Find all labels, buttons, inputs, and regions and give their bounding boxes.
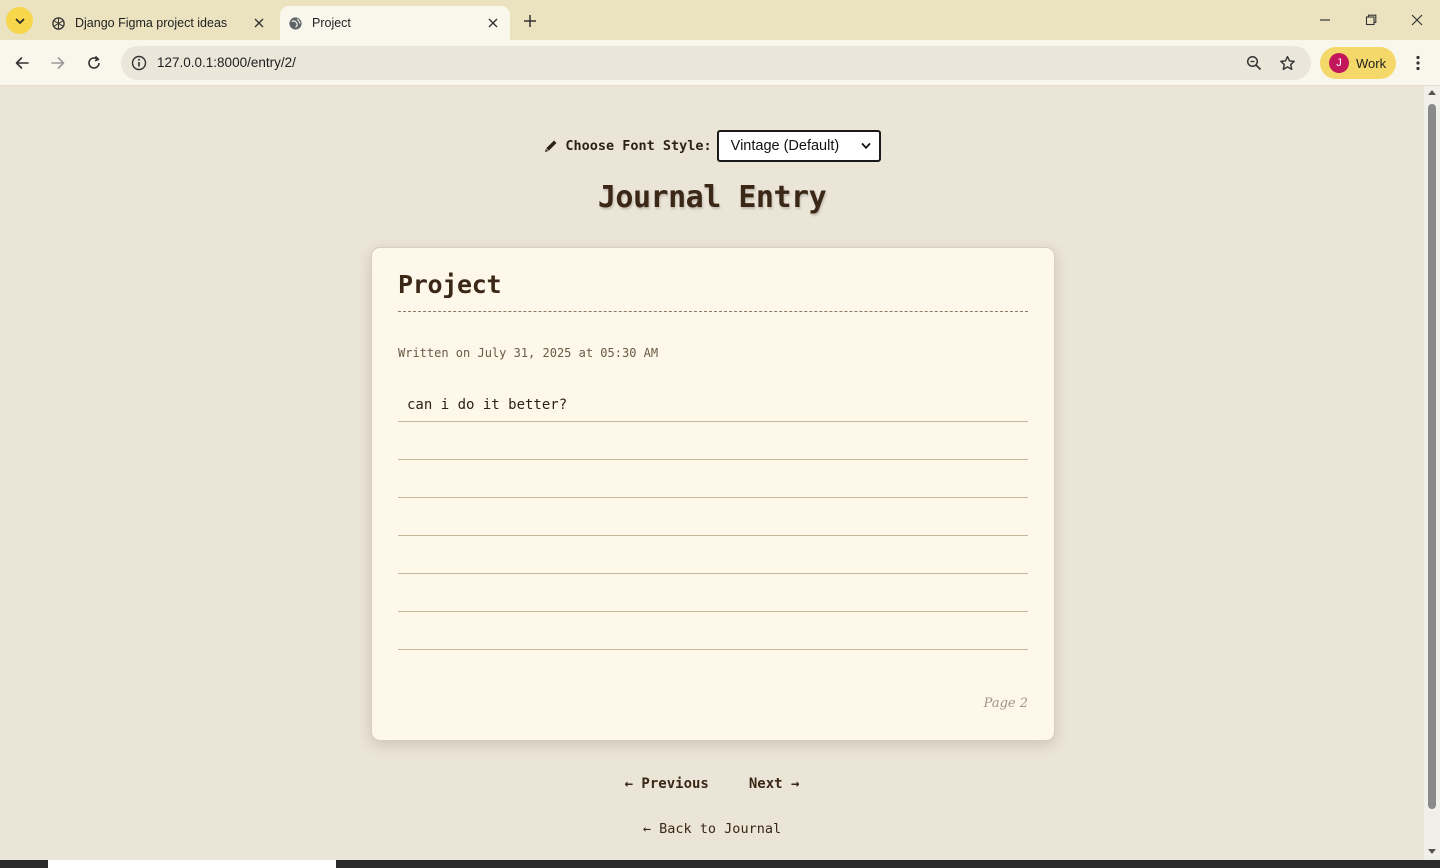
page-viewport: Choose Font Style: Vintage (Default) Jou… — [0, 86, 1424, 860]
entry-title: Project — [398, 270, 502, 299]
new-tab-button[interactable] — [517, 8, 543, 34]
arrow-left-icon — [15, 57, 29, 69]
page-number: Page 2 — [983, 696, 1028, 711]
minimize-icon — [1320, 19, 1330, 21]
pencil-icon — [543, 138, 559, 154]
plus-icon — [524, 15, 536, 27]
scroll-up-icon[interactable] — [1428, 90, 1436, 95]
scroll-thumb[interactable] — [1428, 104, 1436, 809]
back-to-journal-label[interactable]: ← Back to Journal — [643, 821, 781, 837]
browser-toolbar: 127.0.0.1:8000/entry/2/ J Work — [0, 40, 1440, 86]
chevron-down-icon — [861, 143, 871, 150]
font-chooser: Choose Font Style: Vintage (Default) — [0, 130, 1424, 162]
info-icon[interactable] — [127, 51, 151, 75]
openai-icon — [50, 15, 66, 31]
browser-tab-strip: Django Figma project ideas Project — [0, 0, 1440, 40]
close-icon[interactable] — [248, 12, 270, 34]
entry-line — [398, 574, 1028, 612]
chevron-down-icon — [15, 18, 24, 24]
page-title: Journal Entry — [597, 180, 827, 215]
entry-line — [398, 498, 1028, 536]
close-icon[interactable] — [482, 12, 504, 34]
title-divider — [398, 311, 1028, 312]
entry-line-text: can i do it better? — [407, 397, 568, 413]
font-style-selected: Vintage (Default) — [730, 138, 840, 154]
reload-icon — [88, 55, 100, 69]
avatar: J — [1329, 53, 1349, 73]
journal-entry-card: Project Written on July 31, 2025 at 05:3… — [371, 247, 1055, 741]
entry-line: can i do it better? — [398, 384, 1028, 422]
close-icon — [1411, 14, 1423, 26]
taskbar-window-button[interactable] — [48, 860, 336, 868]
tab-title: Project — [312, 16, 351, 30]
back-to-journal-link[interactable]: ← Back to Journal — [0, 821, 1424, 837]
close-window-button[interactable] — [1394, 0, 1440, 40]
tab-search-button[interactable] — [6, 7, 33, 34]
url-text[interactable]: 127.0.0.1:8000/entry/2/ — [157, 55, 296, 70]
tab-django-figma[interactable]: Django Figma project ideas — [40, 6, 276, 40]
address-bar[interactable]: 127.0.0.1:8000/entry/2/ — [121, 46, 1311, 80]
page-scrollbar[interactable] — [1424, 86, 1440, 860]
profile-button[interactable]: J Work — [1320, 47, 1396, 79]
entry-line — [398, 536, 1028, 574]
bookmark-star-icon[interactable] — [1276, 52, 1298, 74]
restore-icon — [1365, 14, 1377, 26]
tab-project[interactable]: Project — [280, 6, 510, 40]
entry-line — [398, 422, 1028, 460]
forward-button[interactable] — [44, 49, 72, 77]
entry-line — [398, 612, 1028, 650]
entry-line — [398, 460, 1028, 498]
next-link[interactable]: Next → — [749, 776, 800, 792]
scroll-down-icon[interactable] — [1428, 849, 1436, 854]
entry-date: Written on July 31, 2025 at 05:30 AM — [398, 346, 659, 360]
entry-pagination: ← Previous Next → — [0, 776, 1424, 792]
previous-link[interactable]: ← Previous — [625, 776, 709, 792]
reload-button[interactable] — [80, 49, 108, 77]
font-chooser-label: Choose Font Style: — [565, 138, 712, 154]
back-button[interactable] — [8, 49, 36, 77]
profile-label: Work — [1356, 55, 1387, 71]
more-vert-icon — [1416, 55, 1420, 71]
arrow-right-icon — [51, 57, 65, 69]
minimize-button[interactable] — [1302, 0, 1348, 40]
tab-title: Django Figma project ideas — [75, 16, 228, 30]
zoom-icon[interactable] — [1243, 52, 1265, 74]
os-taskbar — [0, 860, 1440, 868]
font-style-select[interactable]: Vintage (Default) — [716, 130, 881, 162]
restore-button[interactable] — [1348, 0, 1394, 40]
globe-icon — [287, 15, 303, 31]
browser-menu-button[interactable] — [1406, 49, 1430, 77]
